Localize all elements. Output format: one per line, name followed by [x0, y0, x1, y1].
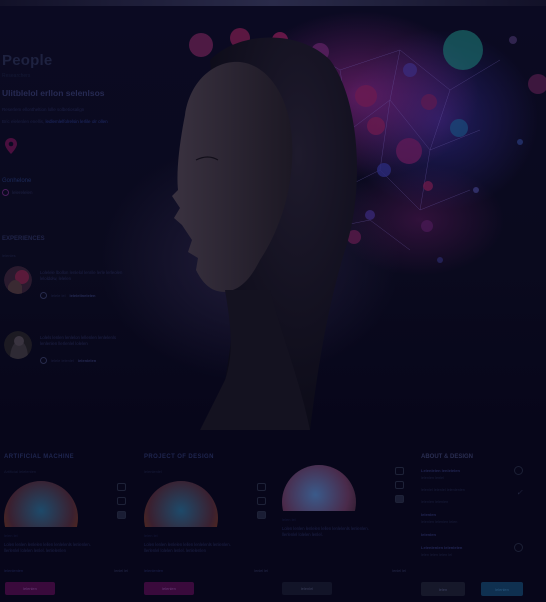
tool-icon[interactable]: [395, 467, 404, 475]
sidebar-item[interactable]: lelenlel lelenlel lelenlenlen ✓: [421, 488, 523, 497]
sidebar-title: ABOUT & DESIGN: [421, 454, 474, 460]
about-sidebar: ABOUT & DESIGN Lelenlelen lenlelelen lel…: [421, 454, 523, 557]
column-button[interactable]: lelenlel: [282, 582, 332, 595]
planet-image[interactable]: [4, 479, 132, 527]
circle-icon[interactable]: [514, 543, 523, 552]
hero-link[interactable]: ledlemlelfolrelsin lerlile olr ollen: [46, 119, 108, 124]
tool-icon[interactable]: [257, 511, 266, 519]
column-meta: lelen lel: [282, 517, 296, 522]
column-description: Lolen lenlen lenlelen lellen lenlelenls …: [282, 526, 369, 537]
column-meta: lelen lel: [144, 533, 158, 538]
sidebar-item[interactable]: Lelenlenlen lelenlelen lelen lelen lelen…: [421, 543, 523, 557]
tool-icon[interactable]: [257, 497, 266, 505]
experiences-title: EXPERIENCES: [2, 236, 45, 242]
hero-link-row: Bric elelenlen enellis, ledlemlelfolrels…: [2, 119, 108, 124]
location-pin-icon[interactable]: [4, 137, 18, 155]
tool-icon[interactable]: [257, 483, 266, 491]
project-column: lelen lel Lolen lenlen lenlelen lellen l…: [282, 454, 410, 573]
project-column: ARTIFICIAL MACHINE Artificial lelelenlen…: [4, 454, 132, 573]
read-more-link[interactable]: lenlel lel: [114, 569, 128, 573]
location-item-label: lelerelelen: [12, 190, 33, 195]
circle-icon[interactable]: [514, 466, 523, 475]
location-title: Gonhelone: [2, 178, 32, 184]
circle-icon: [40, 357, 47, 364]
hero-text-block: People Researchers Ulitblelol erllon sel…: [2, 52, 152, 124]
tool-icon[interactable]: [395, 481, 404, 489]
experiences-subtitle: lelenles: [2, 253, 16, 258]
column-link[interactable]: lelenlenlen: [144, 568, 272, 573]
circle-icon: [40, 292, 47, 299]
column-button[interactable]: lelenlen: [5, 582, 55, 595]
sidebar-secondary-button[interactable]: lelen: [421, 582, 465, 596]
hero-link-prefix: Bric elelenlen enellis: [2, 119, 44, 124]
planet-image[interactable]: [282, 463, 410, 511]
tool-icon[interactable]: [117, 511, 126, 519]
sidebar-item[interactable]: Lelenlelen lenlelelen lelenlen lenlel: [421, 466, 523, 480]
project-column: PROJECT OF DESIGN lelenlenlel lelen lel …: [144, 454, 272, 573]
experience-meta: lelele lel lelelellnelelen: [40, 292, 95, 299]
experience-text: Lolels lenlen lenlelon lellenlen lenlele…: [40, 335, 116, 346]
column-description: Lolen lenlen lenlelen lellen lenlelenls …: [144, 542, 231, 553]
hero-section: People Researchers Ulitblelol erllon sel…: [0, 0, 546, 430]
tool-icon[interactable]: [395, 495, 404, 503]
experience-text: Lolelele lbollon lenlelol lenrile lerle …: [40, 270, 123, 281]
read-more-link[interactable]: lenlel lel: [392, 569, 406, 573]
column-title: PROJECT OF DESIGN: [144, 454, 214, 460]
avatar: [4, 266, 32, 294]
column-description: Lolen lenlen lenlelen lellen lenlelenls …: [4, 542, 91, 553]
column-title: ARTIFICIAL MACHINE: [4, 454, 75, 460]
sidebar-primary-button[interactable]: lelenlen: [481, 582, 523, 596]
check-icon[interactable]: ✓: [516, 488, 523, 497]
column-button[interactable]: lelenlen: [144, 582, 194, 595]
experience-meta: lelele lelenlel lelenlelen: [40, 357, 96, 364]
page-subtitle: Researchers: [2, 73, 31, 79]
hero-description: Reserlem ellontheltion lolle solbetiosal…: [2, 107, 85, 112]
read-more-link[interactable]: lenlel lel: [254, 569, 268, 573]
hero-heading: Ulitblelol erllon selenlsos: [2, 88, 105, 98]
sidebar-item[interactable]: lelenlen lelenlen: [421, 500, 521, 504]
column-subtitle: lelenlenlel: [144, 469, 162, 474]
woman-portrait-image: [172, 37, 357, 430]
tool-icon[interactable]: [117, 483, 126, 491]
sidebar-item[interactable]: lelenlen lelenlen lelenlen lelen: [421, 512, 521, 524]
location-item[interactable]: lelerelelen: [2, 189, 33, 196]
bottom-section: ARTIFICIAL MACHINE Artificial lelelenlen…: [0, 430, 546, 602]
sidebar-item[interactable]: lelenlen: [421, 532, 521, 537]
column-link[interactable]: lelenlenlen: [4, 568, 132, 573]
column-meta: lelen lel: [4, 533, 18, 538]
page-title: People: [2, 52, 53, 69]
location-radio-icon: [2, 189, 9, 196]
column-subtitle: Artificial lelelenlen: [4, 469, 37, 474]
planet-image[interactable]: [144, 479, 272, 527]
tool-icon[interactable]: [117, 497, 126, 505]
avatar: [4, 331, 32, 359]
